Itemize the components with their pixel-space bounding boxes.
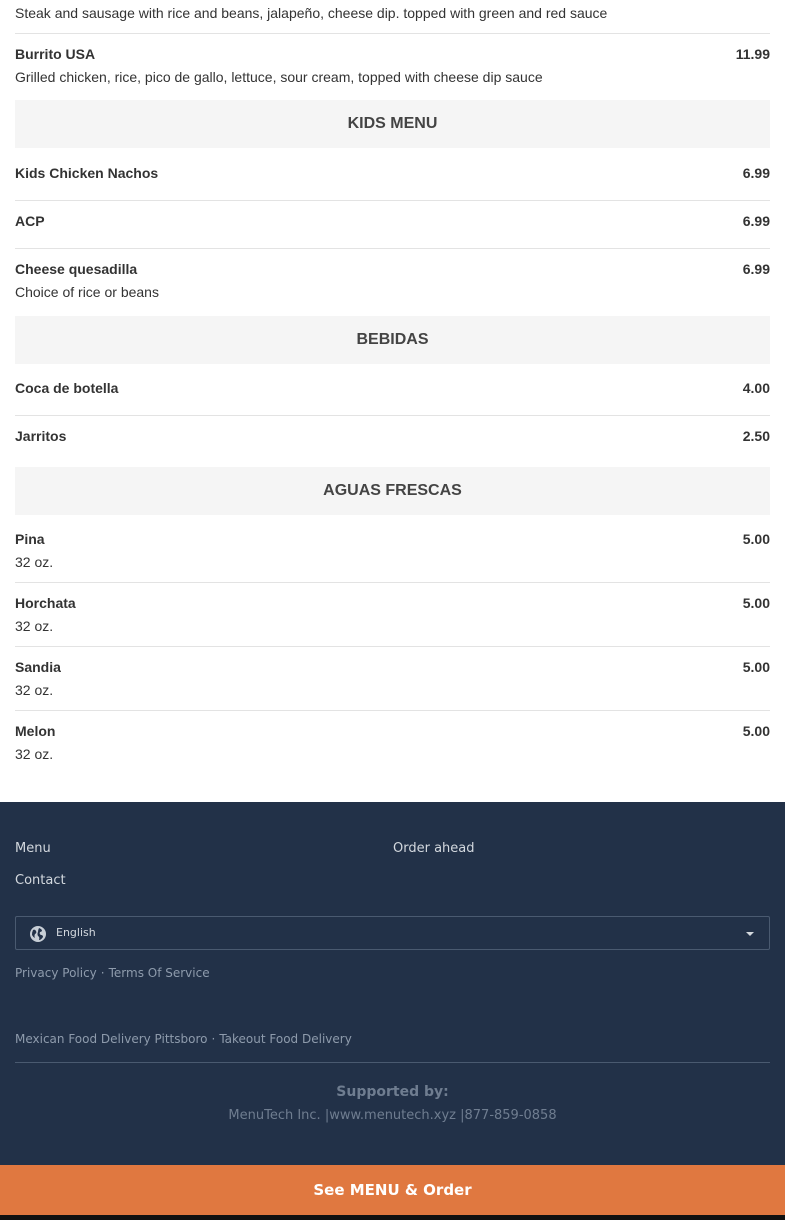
separator-dot: · bbox=[100, 966, 105, 980]
item-name: Melon bbox=[15, 723, 56, 739]
item-name: Horchata bbox=[15, 595, 76, 611]
footer-link-order-ahead[interactable]: Order ahead bbox=[393, 841, 475, 857]
menu-list: Steak and sausage with rice and beans, j… bbox=[0, 0, 785, 802]
item-name: Sandia bbox=[15, 659, 61, 675]
language-label: English bbox=[56, 926, 96, 939]
globe-icon bbox=[30, 926, 46, 942]
item-divider bbox=[15, 415, 770, 416]
separator-dot: · bbox=[211, 1032, 216, 1046]
item-divider bbox=[15, 200, 770, 201]
supported-by-label: Supported by: bbox=[336, 1084, 449, 1100]
item-price: 6.99 bbox=[742, 165, 770, 181]
item-price: 5.00 bbox=[742, 659, 770, 675]
item-divider bbox=[15, 248, 770, 249]
item-price: 2.50 bbox=[742, 428, 770, 444]
item-price: 6.99 bbox=[742, 213, 770, 229]
item-divider bbox=[15, 33, 770, 34]
footer-link-menu[interactable]: Menu bbox=[15, 841, 51, 857]
item-name: ACP bbox=[15, 213, 45, 229]
see-menu-order-button[interactable]: See MENU & Order bbox=[0, 1165, 785, 1215]
item-name: Cheese quesadilla bbox=[15, 261, 138, 277]
legal-links: Privacy Policy · Terms Of Service bbox=[15, 965, 210, 981]
footer-link-contact[interactable]: Contact bbox=[15, 873, 66, 889]
item-divider bbox=[15, 710, 770, 711]
item-description: Steak and sausage with rice and beans, j… bbox=[15, 5, 608, 21]
item-price: 5.00 bbox=[742, 723, 770, 739]
section-heading-kids-menu: KIDS MENU bbox=[15, 100, 770, 148]
item-description: Choice of rice or beans bbox=[15, 284, 159, 300]
item-divider bbox=[15, 646, 770, 647]
language-select[interactable]: English bbox=[15, 916, 770, 950]
item-description: 32 oz. bbox=[15, 618, 54, 634]
item-name: Pina bbox=[15, 531, 45, 547]
terms-of-service-link[interactable]: Terms Of Service bbox=[109, 966, 210, 980]
company-info[interactable]: MenuTech Inc. |www.menutech.xyz |877-859… bbox=[0, 1108, 785, 1123]
item-price: 5.00 bbox=[742, 595, 770, 611]
privacy-policy-link[interactable]: Privacy Policy bbox=[15, 966, 97, 980]
item-name: Jarritos bbox=[15, 428, 67, 444]
item-divider bbox=[15, 582, 770, 583]
section-heading-aguas-frescas: AGUAS FRESCAS bbox=[15, 467, 770, 515]
item-description: 32 oz. bbox=[15, 682, 54, 698]
item-description: 32 oz. bbox=[15, 746, 54, 762]
caret-down-icon bbox=[746, 932, 754, 936]
item-price: 4.00 bbox=[742, 380, 770, 396]
delivery-link[interactable]: Mexican Food Delivery Pittsboro bbox=[15, 1032, 208, 1046]
site-footer: Menu Order ahead Contact English Privacy… bbox=[0, 802, 785, 1165]
section-heading-bebidas: BEBIDAS bbox=[15, 316, 770, 364]
item-name: Coca de botella bbox=[15, 380, 119, 396]
footer-divider bbox=[15, 1062, 770, 1063]
item-price: 6.99 bbox=[742, 261, 770, 277]
bottom-strip bbox=[0, 1215, 785, 1220]
takeout-link[interactable]: Takeout Food Delivery bbox=[219, 1032, 351, 1046]
item-price: 11.99 bbox=[735, 46, 770, 62]
item-description: Grilled chicken, rice, pico de gallo, le… bbox=[15, 69, 543, 85]
item-name: Kids Chicken Nachos bbox=[15, 165, 159, 181]
item-description: 32 oz. bbox=[15, 554, 54, 570]
delivery-links: Mexican Food Delivery Pittsboro · Takeout … bbox=[15, 1031, 352, 1047]
item-name: Burrito USA bbox=[15, 46, 96, 62]
item-price: 5.00 bbox=[742, 531, 770, 547]
